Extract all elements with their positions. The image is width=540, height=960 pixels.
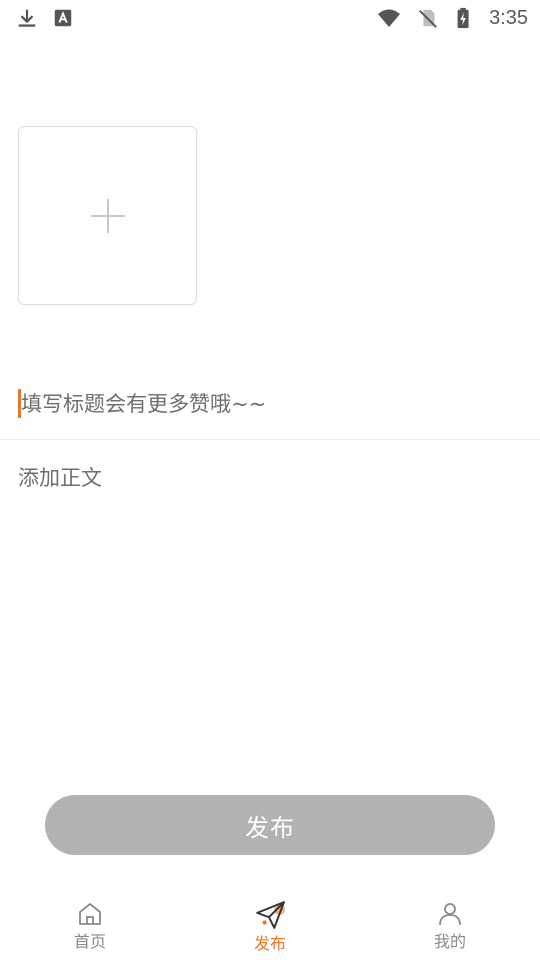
- status-time: 3:35: [489, 6, 528, 29]
- send-icon: [256, 901, 285, 929]
- text-cursor: [18, 389, 21, 418]
- status-bar: 3:35: [0, 0, 540, 36]
- no-sim-icon: [419, 9, 437, 28]
- nav-item-mine[interactable]: 我的: [360, 890, 540, 960]
- wifi-icon: [378, 9, 401, 27]
- nav-item-home[interactable]: 首页: [0, 890, 180, 960]
- bottom-nav: 首页 发布 我的: [0, 890, 540, 960]
- publish-screen: 3:35 发布 首页 发布: [0, 0, 540, 960]
- status-left: [16, 7, 74, 29]
- add-image-button[interactable]: [18, 126, 197, 305]
- battery-charging-icon: [457, 7, 469, 29]
- nav-label-mine: 我的: [433, 932, 466, 951]
- download-icon: [18, 9, 36, 27]
- title-field-container: [0, 380, 540, 440]
- user-icon: [439, 903, 461, 926]
- status-right: 3:35: [375, 6, 528, 30]
- plus-icon: [90, 198, 125, 233]
- keyboard-a-icon: [54, 9, 72, 27]
- title-input[interactable]: [18, 388, 518, 420]
- nav-label-publish: 发布: [253, 934, 286, 953]
- home-icon: [79, 903, 101, 925]
- publish-button[interactable]: 发布: [45, 795, 495, 855]
- nav-label-home: 首页: [73, 932, 106, 951]
- nav-item-publish[interactable]: 发布: [180, 890, 360, 960]
- body-input[interactable]: [18, 462, 522, 762]
